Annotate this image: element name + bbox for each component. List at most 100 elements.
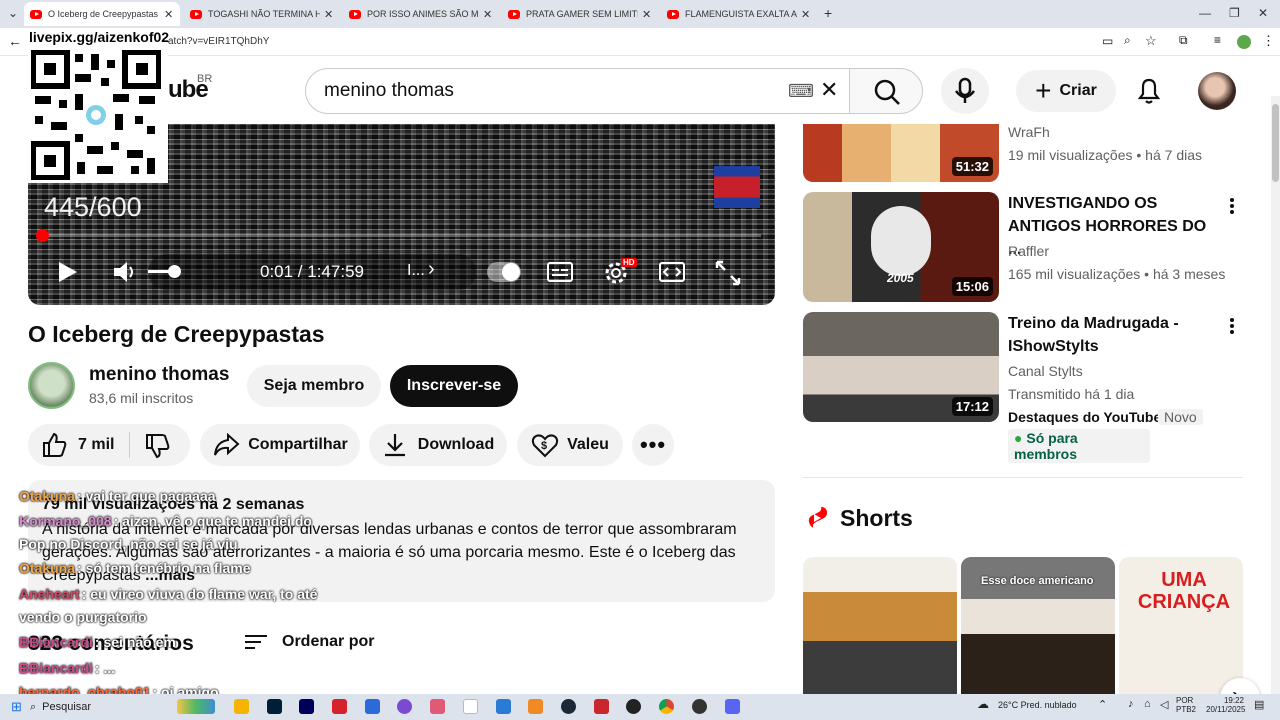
channel-name[interactable]: menino thomas bbox=[89, 364, 229, 386]
media-icon[interactable]: ≡ bbox=[1214, 33, 1221, 47]
notepad-icon[interactable] bbox=[365, 699, 380, 714]
tab-label: O Iceberg de Creepypastas - Yo bbox=[48, 9, 160, 19]
minimize-icon[interactable]: — bbox=[1199, 6, 1211, 20]
app-icon[interactable] bbox=[496, 699, 511, 714]
short-thumbnail[interactable]: Esse doce americano bbox=[961, 557, 1115, 697]
cast-icon[interactable]: ▭ bbox=[1102, 34, 1113, 48]
theater-mode-icon[interactable] bbox=[658, 260, 686, 284]
video-thumbnail[interactable]: 51:32 bbox=[803, 124, 999, 182]
voice-search-button[interactable] bbox=[941, 68, 989, 114]
app-icon[interactable] bbox=[692, 699, 707, 714]
chat-username: Kormano_008 bbox=[19, 513, 112, 529]
window-close-icon[interactable]: ✕ bbox=[1258, 6, 1268, 20]
steam-icon[interactable] bbox=[561, 699, 576, 714]
microphone-icon[interactable]: ♪ bbox=[1128, 698, 1134, 710]
sort-comments-button[interactable]: Ordenar por bbox=[244, 632, 374, 652]
close-icon[interactable]: ✕ bbox=[801, 8, 810, 21]
chat-text: : eu vireo viuva do flame war, to até bbox=[81, 586, 318, 602]
zoom-icon[interactable]: ⌕ bbox=[1124, 33, 1131, 48]
like-count[interactable]: 7 mil bbox=[78, 436, 114, 454]
file-explorer-icon[interactable] bbox=[234, 699, 249, 714]
search-input[interactable]: menino thomas ⌨ ✕ bbox=[305, 68, 850, 114]
play-icon[interactable] bbox=[55, 260, 79, 284]
bookmark-icon[interactable]: ☆ bbox=[1145, 33, 1157, 49]
tray-chevron-icon[interactable]: ⌃ bbox=[1098, 698, 1107, 711]
widgets-icon[interactable] bbox=[177, 699, 215, 714]
volume-handle[interactable] bbox=[168, 265, 181, 278]
app-icon[interactable] bbox=[528, 699, 543, 714]
network-icon[interactable]: ⌂ bbox=[1144, 698, 1151, 710]
subtitles-icon[interactable] bbox=[547, 260, 573, 284]
subscribe-button[interactable]: Inscrever-se bbox=[390, 365, 518, 407]
clear-search-icon[interactable]: ✕ bbox=[820, 77, 838, 103]
input-language[interactable]: POR PTB2 bbox=[1176, 696, 1196, 714]
premiere-icon[interactable] bbox=[299, 699, 314, 714]
like-icon[interactable] bbox=[40, 431, 68, 459]
close-icon[interactable]: ✕ bbox=[642, 8, 651, 21]
acrobat-icon[interactable] bbox=[332, 699, 347, 714]
dislike-icon[interactable] bbox=[143, 432, 171, 460]
windows-start-icon[interactable]: ⊞ bbox=[11, 699, 22, 715]
notification-center-icon[interactable]: ▤ bbox=[1254, 698, 1264, 711]
user-avatar[interactable] bbox=[1198, 72, 1236, 110]
discord-icon[interactable] bbox=[725, 699, 740, 714]
new-tab-icon[interactable]: + bbox=[824, 5, 832, 21]
scrollbar-thumb[interactable] bbox=[1272, 104, 1279, 182]
scrollbar[interactable] bbox=[1271, 96, 1280, 694]
tab-list-icon[interactable]: ⌄ bbox=[8, 6, 18, 20]
app-icon[interactable] bbox=[594, 699, 609, 714]
thanks-button[interactable]: $ Valeu bbox=[517, 424, 623, 466]
progress-bar[interactable] bbox=[42, 234, 761, 237]
autoplay-toggle[interactable] bbox=[487, 262, 521, 282]
clock[interactable]: 19:22 20/11/2025 bbox=[1206, 696, 1245, 714]
video-channel[interactable]: WraFh bbox=[1008, 124, 1050, 140]
more-actions-button[interactable]: ••• bbox=[632, 424, 674, 466]
app-icon[interactable] bbox=[463, 699, 478, 714]
video-channel[interactable]: Raffler bbox=[1008, 243, 1049, 259]
video-thumbnail[interactable]: 17:12 bbox=[803, 312, 999, 422]
app-icon[interactable] bbox=[430, 699, 445, 714]
tab-prata-gamer[interactable]: PRATA GAMER SEM LIMITES - Y ✕ bbox=[502, 2, 658, 26]
short-thumbnail[interactable] bbox=[803, 557, 957, 697]
search-button[interactable] bbox=[849, 68, 923, 114]
join-button[interactable]: Seja membro bbox=[247, 365, 381, 407]
chat-text: Pop no Discord, não sei se já viu bbox=[19, 536, 238, 552]
extensions-icon[interactable]: ⧉ bbox=[1179, 33, 1188, 48]
tab-togashi[interactable]: TOGASHI NÃO TERMINA HUNT ✕ bbox=[184, 2, 340, 26]
volume-icon[interactable]: ◁ bbox=[1160, 698, 1168, 711]
keyboard-icon[interactable]: ⌨ bbox=[788, 81, 814, 102]
share-button[interactable]: Compartilhar bbox=[200, 424, 360, 466]
chapter-label[interactable]: I... bbox=[407, 262, 425, 280]
tab-animes[interactable]: POR ISSO ANIMES SÃO MELHO ✕ bbox=[343, 2, 499, 26]
close-icon[interactable]: ✕ bbox=[164, 8, 173, 21]
notifications-bell-icon[interactable] bbox=[1135, 76, 1163, 106]
video-thumbnail[interactable]: 2005 15:06 bbox=[803, 192, 999, 302]
obs-icon[interactable] bbox=[626, 699, 641, 714]
profile-icon[interactable] bbox=[1237, 35, 1251, 49]
photoshop-icon[interactable] bbox=[267, 699, 282, 714]
video-channel[interactable]: Canal Stylts bbox=[1008, 363, 1083, 379]
maximize-icon[interactable]: ❐ bbox=[1229, 6, 1240, 20]
more-vertical-icon[interactable] bbox=[1228, 316, 1236, 338]
tab-flamenguista[interactable]: FLAMENGUISTA EXALTA ARRAS ✕ bbox=[661, 2, 817, 26]
url-text[interactable]: atch?v=vEIR1TQhDhY bbox=[168, 36, 269, 47]
close-icon[interactable]: ✕ bbox=[324, 8, 333, 21]
menu-icon[interactable]: ⋮ bbox=[1262, 33, 1275, 49]
tab-iceberg[interactable]: O Iceberg de Creepypastas - Yo ✕ bbox=[24, 2, 180, 26]
progress-handle[interactable] bbox=[36, 229, 49, 242]
chevron-right-icon[interactable]: › bbox=[428, 258, 435, 281]
video-title[interactable]: Treino da Madrugada - IShowStylts bbox=[1008, 312, 1218, 358]
fullscreen-icon[interactable] bbox=[715, 260, 741, 286]
short-thumbnail[interactable]: UMA CRIANÇA bbox=[1119, 557, 1243, 697]
volume-icon[interactable] bbox=[112, 260, 138, 284]
weather-text[interactable]: 26°C Pred. nublado bbox=[998, 700, 1077, 710]
download-button[interactable]: Download bbox=[369, 424, 507, 466]
qr-code-overlay bbox=[28, 28, 168, 183]
create-button[interactable]: + Criar bbox=[1016, 70, 1116, 112]
close-icon[interactable]: ✕ bbox=[483, 8, 492, 21]
back-icon[interactable]: ← bbox=[8, 33, 22, 49]
channel-avatar[interactable] bbox=[28, 362, 75, 409]
chrome-icon[interactable] bbox=[659, 699, 674, 714]
app-icon[interactable] bbox=[397, 699, 412, 714]
more-vertical-icon[interactable] bbox=[1228, 196, 1236, 218]
